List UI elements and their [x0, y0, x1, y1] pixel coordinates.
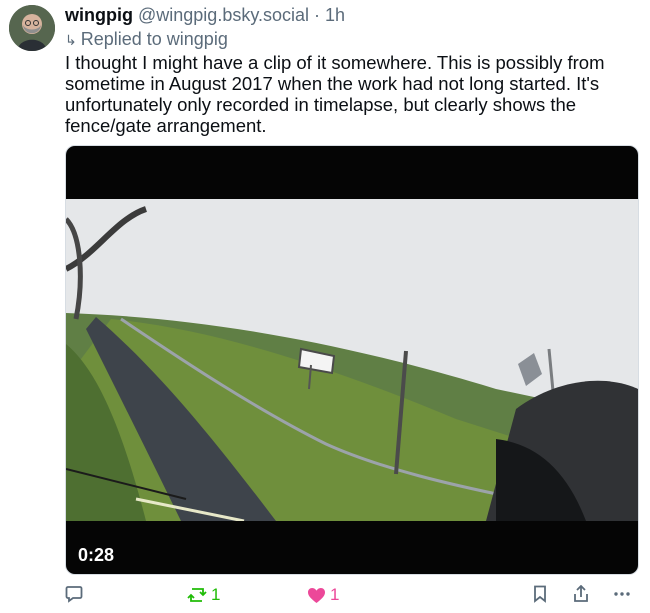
separator-dot: · — [314, 5, 321, 25]
speech-bubble-icon — [65, 586, 83, 603]
repost-count: 1 — [211, 585, 221, 604]
bookmark-icon — [534, 585, 546, 603]
post-time[interactable]: 1h — [325, 5, 345, 25]
post-actions: 1 1 — [65, 585, 640, 609]
display-name[interactable]: wingpig — [65, 5, 133, 25]
avatar[interactable] — [9, 5, 55, 51]
video-player[interactable]: 0:28 — [65, 145, 639, 575]
heart-icon — [308, 587, 325, 603]
repost-button[interactable]: 1 — [187, 585, 220, 605]
reply-arrow-icon: ↳ — [65, 32, 77, 48]
video-frame — [66, 199, 638, 521]
replied-to-label: Replied to wingpig — [80, 29, 228, 49]
video-timestamp: 0:28 — [78, 545, 115, 565]
post-header: wingpig @wingpig.bsky.social · 1h — [65, 4, 345, 26]
more-options-button[interactable] — [612, 585, 632, 603]
share-icon — [574, 585, 588, 602]
post-text: I thought I might have a clip of it some… — [65, 52, 605, 136]
reply-button[interactable] — [65, 585, 83, 603]
handle[interactable]: @wingpig.bsky.social — [138, 5, 309, 25]
like-button[interactable]: 1 — [307, 585, 339, 605]
repost-icon — [187, 588, 207, 602]
ellipsis-icon — [614, 592, 630, 596]
bookmark-button[interactable] — [532, 585, 548, 603]
share-button[interactable] — [572, 585, 590, 603]
reply-context[interactable]: ↳ Replied to wingpig — [65, 28, 228, 51]
like-count: 1 — [330, 585, 340, 604]
